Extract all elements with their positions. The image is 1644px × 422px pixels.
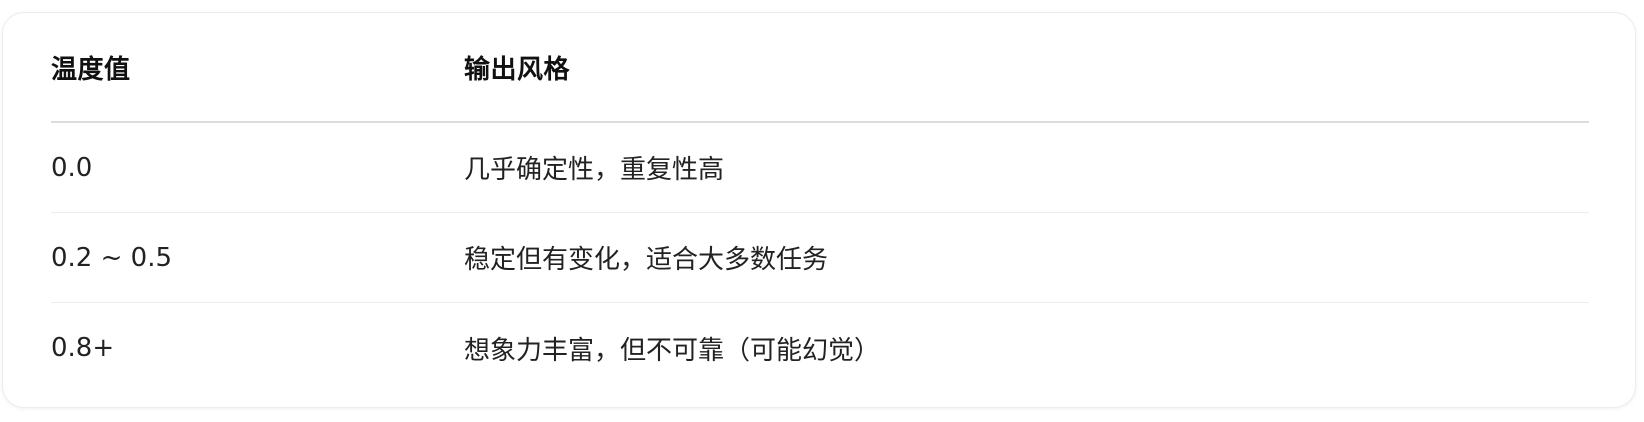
header-output-style: 输出风格 — [464, 54, 571, 85]
table-row: 0.8+ 想象力丰富，但不可靠（可能幻觉） — [51, 303, 1589, 393]
cell-temperature: 0.2 ~ 0.5 — [51, 242, 173, 273]
cell-temperature: 0.8+ — [51, 333, 115, 363]
table-row: 0.2 ~ 0.5 稳定但有变化，适合大多数任务 — [51, 213, 1589, 303]
table-header-row: 温度值 输出风格 — [51, 13, 1589, 123]
temperature-table: 温度值 输出风格 0.0 几乎确定性，重复性高 0.2 ~ 0.5 稳定但有变化… — [51, 13, 1589, 393]
cell-temperature: 0.0 — [51, 152, 93, 183]
table-card: 温度值 输出风格 0.0 几乎确定性，重复性高 0.2 ~ 0.5 稳定但有变化… — [2, 12, 1636, 408]
cell-output-style: 想象力丰富，但不可靠（可能幻觉） — [464, 335, 881, 366]
table-row: 0.0 几乎确定性，重复性高 — [51, 123, 1589, 213]
header-temperature: 温度值 — [51, 54, 131, 85]
cell-output-style: 稳定但有变化，适合大多数任务 — [464, 245, 829, 275]
cell-output-style: 几乎确定性，重复性高 — [464, 155, 725, 185]
